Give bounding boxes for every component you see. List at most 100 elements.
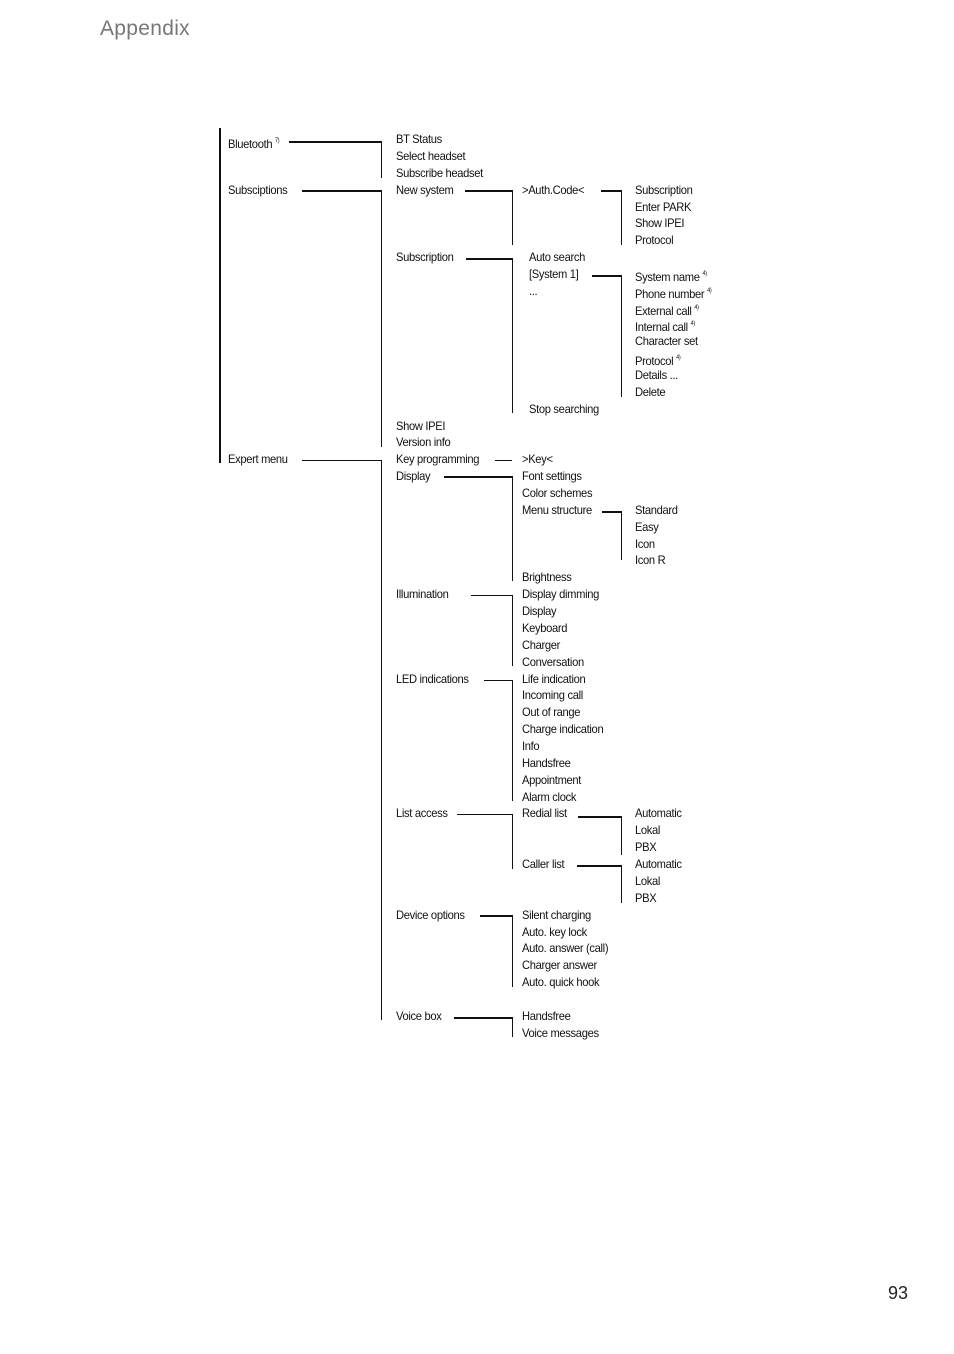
menu-node-level3: Conversation xyxy=(522,655,584,669)
menu-node-level4: Enter PARK xyxy=(635,200,691,214)
menu-node-label: External call xyxy=(635,304,692,318)
menu-node-label: Conversation xyxy=(522,655,584,669)
menu-node-level2: Subscription xyxy=(396,250,454,264)
menu-node-level4: System name 4) xyxy=(635,267,707,284)
connector-line xyxy=(512,476,513,581)
menu-node-label: Out of range xyxy=(522,705,581,719)
menu-node-level4: Internal call 4) xyxy=(635,317,695,334)
connector-line xyxy=(302,460,381,461)
menu-node-level2: New system xyxy=(396,183,454,197)
menu-node-label: [System 1] xyxy=(529,267,579,281)
menu-node-level3: Stop searching xyxy=(529,402,599,416)
menu-node-label: Illumination xyxy=(396,587,449,601)
connector-line xyxy=(621,190,622,245)
menu-node-level3: Menu structure xyxy=(522,503,592,517)
menu-node-label: Internal call xyxy=(635,320,688,334)
menu-node-label: System name xyxy=(635,270,700,284)
menu-node-label: Bluetooth xyxy=(228,137,273,151)
menu-node-level4: Icon R xyxy=(635,553,666,567)
menu-node-level2: Illumination xyxy=(396,587,449,601)
menu-node-label: Subscription xyxy=(635,183,693,197)
menu-node-label: Appointment xyxy=(522,773,582,787)
menu-node-label: Lokal xyxy=(635,874,661,888)
menu-node-label: LED indications xyxy=(396,672,469,686)
menu-node-level3: Brightness xyxy=(522,570,572,584)
menu-node-label: Protocol xyxy=(635,354,674,368)
menu-node-label: Info xyxy=(522,739,540,753)
menu-node-label: Icon xyxy=(635,537,655,551)
connector-line xyxy=(381,190,382,447)
menu-node-level3: Display dimming xyxy=(522,587,599,601)
footnote-marker: 4) xyxy=(707,288,712,294)
menu-node-label: Phone number xyxy=(635,287,705,301)
menu-node-label: Automatic xyxy=(635,806,682,820)
menu-node-label: Stop searching xyxy=(529,402,599,416)
menu-node-label: Expert menu xyxy=(228,452,288,466)
menu-node-level3: Display xyxy=(522,604,557,618)
footnote-marker: 7) xyxy=(275,138,280,144)
menu-node-level3: Font settings xyxy=(522,469,582,483)
menu-node-label: Delete xyxy=(635,385,666,399)
menu-node-level2: Show IPEI xyxy=(396,419,446,433)
menu-node-label: Auto search xyxy=(529,250,585,264)
menu-node-level4: Protocol 4) xyxy=(635,351,681,368)
menu-node-label: Easy xyxy=(635,520,659,534)
connector-line xyxy=(302,190,381,192)
menu-node-label: >Auth.Code< xyxy=(522,183,585,197)
menu-node-label: Details ... xyxy=(635,368,678,382)
menu-node-label: Automatic xyxy=(635,857,682,871)
menu-node-label: Color schemes xyxy=(522,486,593,500)
menu-node-level3: Handsfree xyxy=(522,1009,571,1023)
menu-node-label: Display xyxy=(522,604,557,618)
menu-node-label: Select headset xyxy=(396,149,466,163)
menu-node-label: Subscription xyxy=(396,250,454,264)
menu-node-label: Voice box xyxy=(396,1009,442,1023)
menu-node-label: Standard xyxy=(635,503,678,517)
menu-node-level2: Voice box xyxy=(396,1009,442,1023)
menu-node-level2: Display xyxy=(396,469,431,483)
menu-node-level4: Subscription xyxy=(635,183,693,197)
footnote-marker: 4) xyxy=(694,305,699,311)
menu-node-label: Protocol xyxy=(635,233,674,247)
connector-line xyxy=(480,915,512,917)
menu-node-level3: Out of range xyxy=(522,705,580,719)
menu-node-level2: Select headset xyxy=(396,149,466,163)
connector-line xyxy=(444,476,512,478)
connector-line xyxy=(602,511,621,513)
menu-node-level4: Phone number 4) xyxy=(635,284,712,301)
connector-line xyxy=(471,595,512,596)
menu-node-level3: Auto. quick hook xyxy=(522,975,600,989)
menu-node-level4: Character set xyxy=(635,334,698,348)
menu-node-label: Icon R xyxy=(635,553,666,567)
connector-line xyxy=(512,190,513,245)
connector-line xyxy=(578,816,621,818)
menu-node-level3: Info xyxy=(522,739,540,753)
menu-node-level3: Incoming call xyxy=(522,688,583,702)
connector-line xyxy=(465,190,512,192)
connector-line xyxy=(466,258,512,260)
connector-line xyxy=(577,865,621,867)
connector-line xyxy=(512,814,513,869)
menu-node-label: Handsfree xyxy=(522,1009,571,1023)
menu-node-level4: Protocol xyxy=(635,233,674,247)
menu-node-label: Font settings xyxy=(522,469,582,483)
menu-node-label: Display dimming xyxy=(522,587,599,601)
menu-node-label: Subsciptions xyxy=(228,183,288,197)
menu-node-level4: Show IPEI xyxy=(635,216,685,230)
menu-node-level3: Charger answer xyxy=(522,958,597,972)
connector-line xyxy=(512,915,513,987)
menu-node-level4: Automatic xyxy=(635,857,682,871)
menu-node-level2: Key programming xyxy=(396,452,480,466)
connector-line xyxy=(512,258,513,413)
menu-node-level3: Appointment xyxy=(522,773,581,787)
connector-line xyxy=(457,814,512,815)
connector-line xyxy=(621,816,622,855)
menu-node-label: List access xyxy=(396,806,448,820)
menu-node-level2: LED indications xyxy=(396,672,469,686)
menu-node-level3: Auto search xyxy=(529,250,585,264)
menu-node-level3: [System 1] xyxy=(529,267,579,281)
menu-node-level3: Auto. answer (call) xyxy=(522,941,609,955)
menu-node-level3: Keyboard xyxy=(522,621,568,635)
menu-node-label: Caller list xyxy=(522,857,565,871)
menu-node-label: Keyboard xyxy=(522,621,568,635)
